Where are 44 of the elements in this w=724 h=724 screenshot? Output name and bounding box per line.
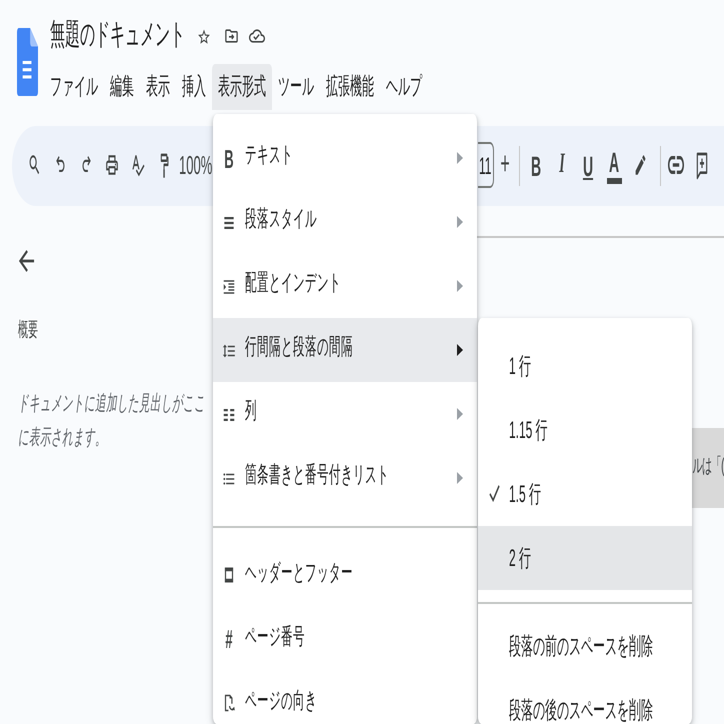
menu-item[interactable]: 列	[213, 382, 477, 446]
menubar-item[interactable]: 編集	[104, 63, 140, 110]
header-footer-icon	[222, 566, 236, 584]
italic-button[interactable]: I	[549, 141, 575, 189]
menu-item[interactable]: 段落スタイル	[213, 190, 477, 254]
menu-item[interactable]: ページの向き	[213, 671, 477, 724]
menu-item[interactable]: B テキスト	[213, 126, 477, 190]
outline-empty-message: ドキュメントに追加した見出しがここに表示されます。	[18, 390, 206, 452]
paint-format-icon[interactable]	[158, 151, 170, 179]
menu-item[interactable]: 2 行	[478, 525, 692, 589]
menubar-item[interactable]: 表示	[140, 63, 176, 110]
menu-item[interactable]: 箇条書きと番号付きリスト	[213, 446, 477, 510]
menubar-item[interactable]: ツール	[272, 63, 320, 110]
menu-item[interactable]: 1.5 行	[478, 461, 692, 525]
bold-button[interactable]: B	[523, 141, 549, 189]
docs-logo-icon[interactable]	[17, 27, 38, 95]
star-icon[interactable]	[197, 27, 211, 45]
tooltip: ルは「(	[692, 428, 724, 507]
text-color-button[interactable]: A	[601, 141, 627, 189]
underline-button[interactable]: U	[575, 141, 601, 189]
menubar-item[interactable]: ヘルプ	[380, 63, 428, 110]
outline-title: 概要	[18, 320, 38, 344]
page-orientation-icon	[222, 694, 236, 712]
menu-item[interactable]: 段落の前のスペースを削除	[478, 614, 692, 678]
menu-item[interactable]: 配置とインデント	[213, 254, 477, 318]
menu-glyph-icon: B	[222, 145, 236, 171]
increase-font-size-button[interactable]: +	[497, 149, 513, 181]
menu-item[interactable]: # ページ番号	[213, 607, 477, 671]
menu-item[interactable]: 1 行	[478, 333, 692, 397]
menu-item[interactable]: 行間隔と段落の間隔	[213, 318, 477, 382]
zoom-select[interactable]: 100%	[179, 152, 212, 178]
link-icon[interactable]	[668, 156, 684, 174]
menu-item[interactable]: 1.15 行	[478, 397, 692, 461]
menubar-item[interactable]: ファイル	[44, 63, 104, 110]
menubar-item[interactable]: 表示形式	[212, 63, 272, 110]
color-swatch-icon	[606, 177, 622, 183]
menu-glyph-icon: #	[222, 626, 236, 652]
menubar-item[interactable]: 挿入	[176, 63, 212, 110]
menu-item[interactable]: 段落の後のスペースを削除	[478, 678, 692, 724]
back-arrow-icon[interactable]	[18, 250, 35, 272]
menubar-item[interactable]: 拡張機能	[320, 63, 380, 110]
menu-item[interactable]: ヘッダーとフッター	[213, 543, 477, 607]
font-size-field[interactable]: 11	[478, 142, 494, 188]
document-title[interactable]: 無題のドキュメント	[50, 16, 185, 56]
